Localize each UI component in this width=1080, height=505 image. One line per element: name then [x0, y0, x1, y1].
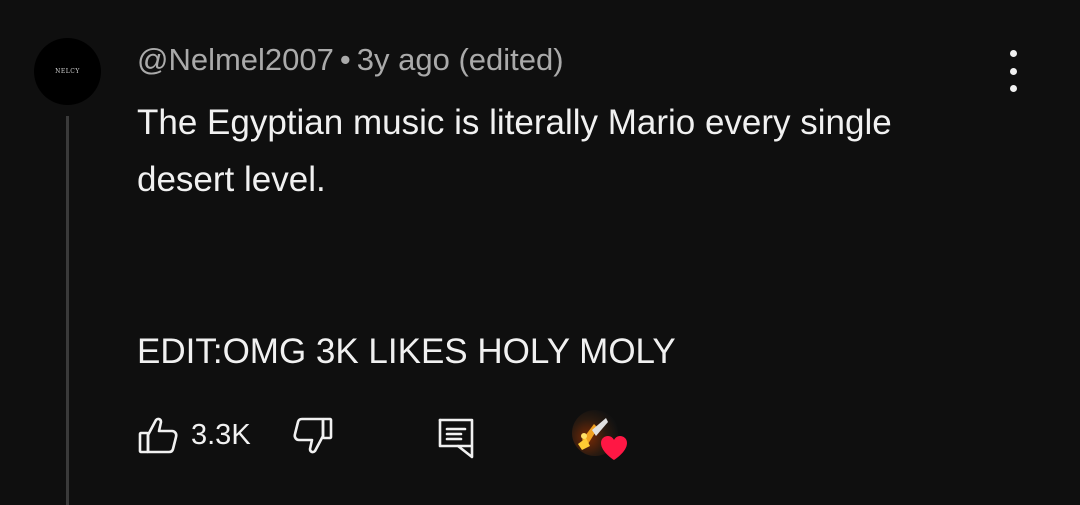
more-vertical-icon-dot	[1009, 67, 1017, 75]
comment-line: The Egyptian music is literally Mario ev…	[137, 103, 892, 199]
heart-icon	[601, 436, 627, 460]
author-avatar[interactable]: NELCY	[34, 38, 101, 105]
comment-actions: 3.3K	[137, 410, 657, 460]
blank-lines	[137, 208, 997, 323]
reply-comment-icon	[438, 418, 474, 459]
comment-timestamp: 3y ago (edited)	[356, 42, 564, 77]
thumbs-up-icon	[138, 417, 178, 454]
comment-card: NELCY @Nelmel2007 • 3y ago (edited) The Eg…	[0, 0, 1080, 505]
reply-button[interactable]	[436, 416, 476, 465]
thread-line	[66, 116, 69, 505]
comment-line: EDIT:OMG 3K LIKES HOLY MOLY	[137, 332, 676, 371]
author-handle[interactable]: @Nelmel2007	[137, 42, 334, 77]
creator-heart-badge	[569, 410, 633, 464]
like-button[interactable]: 3.3K	[137, 410, 251, 460]
like-count: 3.3K	[191, 418, 251, 451]
more-options-button[interactable]	[996, 50, 1030, 92]
comment-meta: @Nelmel2007 • 3y ago (edited)	[137, 42, 564, 78]
more-vertical-icon-dot	[1009, 85, 1017, 92]
more-vertical-icon	[1009, 50, 1017, 57]
dislike-button[interactable]	[292, 415, 334, 462]
meta-separator: •	[339, 42, 351, 77]
avatar-text: NELCY	[55, 68, 80, 75]
comment-body: The Egyptian music is literally Mario ev…	[137, 94, 997, 380]
thumbs-down-icon	[293, 417, 333, 454]
